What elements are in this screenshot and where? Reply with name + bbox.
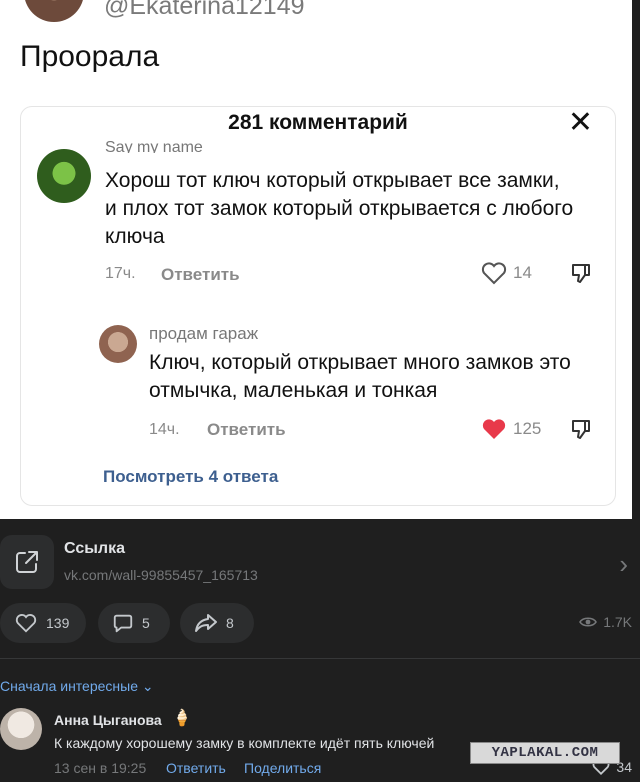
watermark-logo: YAPLAKAL.COM: [470, 742, 620, 764]
comments-panel-title: 281 комментарий: [228, 111, 408, 134]
comment-date: 13 сен в 19:25: [54, 760, 147, 776]
comment-button[interactable]: 5: [98, 603, 170, 643]
post-actions: 139 5 8 1.7K: [0, 603, 640, 643]
reply-text: Ключ, который открывает много замков это…: [149, 351, 571, 402]
close-icon[interactable]: ✕: [568, 105, 593, 140]
link-title: Ссылка: [64, 540, 125, 557]
reply-avatar: [99, 325, 137, 363]
reply-like-button[interactable]: 125: [481, 417, 541, 441]
comment-avatar: [37, 149, 91, 203]
reply-author: продам гараж: [149, 324, 259, 343]
comment-author-avatar[interactable]: [0, 708, 42, 750]
share-icon: [195, 614, 217, 632]
comment-like-button[interactable]: 14: [481, 261, 532, 285]
share-button[interactable]: 8: [180, 603, 254, 643]
reply-like-count: 125: [513, 419, 542, 438]
heart-filled-icon: [482, 419, 506, 439]
comment-text: Хорош тот ключ который открывает все зам…: [105, 169, 574, 248]
comment-like-count: 14: [513, 263, 532, 282]
heart-icon: [481, 262, 507, 285]
share-count: 8: [226, 615, 234, 631]
sort-dropdown[interactable]: Сначала интересные ⌄: [0, 678, 154, 695]
comment-author-name[interactable]: Анна Цыганова: [54, 712, 162, 728]
views-count: 1.7K: [603, 614, 632, 630]
comment-count: 5: [142, 615, 150, 631]
views-counter: 1.7K: [579, 614, 632, 630]
comments-panel: 281 комментарий ✕ Say my name Хорош тот …: [20, 106, 616, 506]
dislike-icon[interactable]: [569, 261, 593, 290]
dislike-icon[interactable]: [569, 417, 593, 446]
heart-icon: [15, 614, 37, 633]
chevron-down-icon: ⌄: [141, 678, 154, 694]
link-card[interactable]: Ссылка vk.com/wall-99855457_165713 ›: [0, 531, 640, 593]
view-more-replies-link[interactable]: Посмотреть 4 ответа: [103, 467, 278, 487]
comment-reply-button[interactable]: Ответить: [161, 265, 240, 285]
embedded-screenshot: @Ekaterina12149 Проорала 281 комментарий…: [0, 0, 632, 519]
post-text: Проорала: [20, 40, 160, 73]
divider: [0, 658, 640, 659]
reply-reply-button[interactable]: Ответить: [207, 420, 286, 440]
eye-icon: [579, 617, 598, 627]
link-url: vk.com/wall-99855457_165713: [64, 567, 258, 583]
comment-share-button[interactable]: Поделиться: [244, 760, 321, 776]
author-username: @Ekaterina12149: [104, 0, 305, 20]
like-count: 139: [46, 615, 70, 631]
reply-time: 14ч.: [149, 421, 180, 438]
like-button[interactable]: 139: [0, 603, 86, 643]
comment-text: К каждому хорошему замку в комплекте идё…: [54, 735, 435, 751]
badge-icon: 🍦: [172, 710, 192, 727]
external-link-icon: [0, 535, 54, 589]
comment-reply-button[interactable]: Ответить: [166, 760, 226, 776]
comment-author: Say my name: [105, 139, 203, 153]
comment-time: 17ч.: [105, 265, 136, 282]
author-avatar: [24, 0, 84, 22]
sort-label: Сначала интересные: [0, 678, 138, 694]
comment-icon: [113, 614, 133, 633]
chevron-right-icon: ›: [619, 549, 628, 579]
